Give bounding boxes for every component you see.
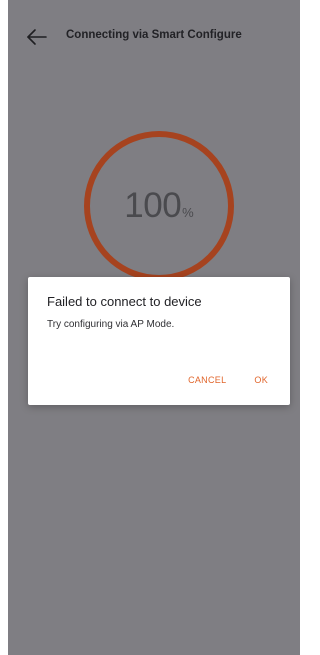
page-title: Connecting via Smart Configure	[66, 29, 242, 41]
cancel-button[interactable]: CANCEL	[188, 375, 226, 385]
top-app-bar: Connecting via Smart Configure	[8, 0, 300, 72]
progress-percentage: 100%	[81, 186, 237, 226]
dialog-actions: CANCEL OK	[188, 375, 268, 385]
ok-button[interactable]: OK	[254, 375, 268, 385]
app-screen: Connecting via Smart Configure 100% Fail…	[8, 0, 300, 655]
dialog-message: Try configuring via AP Mode.	[47, 319, 175, 330]
back-button[interactable]	[24, 24, 50, 50]
dialog-title: Failed to connect to device	[47, 294, 202, 309]
progress-unit: %	[182, 205, 194, 220]
arrow-left-icon	[27, 29, 47, 45]
error-dialog: Failed to connect to device Try configur…	[28, 277, 290, 405]
progress-number: 100	[124, 186, 182, 225]
